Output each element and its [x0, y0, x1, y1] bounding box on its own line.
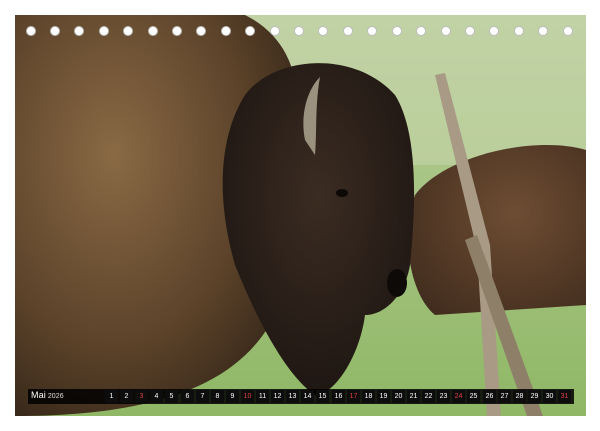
day-cell: 21	[407, 390, 420, 403]
binding-hole	[416, 26, 426, 36]
binding-hole	[392, 26, 402, 36]
binding-hole	[514, 26, 524, 36]
day-cell: 22	[422, 390, 435, 403]
binding-hole	[343, 26, 353, 36]
day-cell: 20	[392, 390, 405, 403]
day-cell: 2	[120, 390, 133, 403]
binding-hole	[74, 26, 84, 36]
binding-hole	[318, 26, 328, 36]
bison-photo	[15, 15, 586, 416]
binding-hole	[245, 26, 255, 36]
day-cell: 6	[181, 390, 194, 403]
day-cell: 18	[362, 390, 375, 403]
day-cell: 30	[543, 390, 556, 403]
month-name: Mai	[31, 390, 46, 400]
binding-hole	[50, 26, 60, 36]
day-cell: 31	[558, 390, 571, 403]
day-cell: 8	[211, 390, 224, 403]
binding-holes	[0, 0, 600, 40]
day-cell: 25	[467, 390, 480, 403]
binding-hole	[123, 26, 133, 36]
day-cell: 27	[498, 390, 511, 403]
day-cell: 19	[377, 390, 390, 403]
binding-hole	[489, 26, 499, 36]
day-cell: 11	[256, 390, 269, 403]
day-cell: 9	[226, 390, 239, 403]
day-cell: 26	[483, 390, 496, 403]
day-cell: 3	[135, 390, 148, 403]
day-cell: 15	[316, 390, 329, 403]
binding-hole	[563, 26, 573, 36]
day-cell: 29	[528, 390, 541, 403]
day-cell: 4	[150, 390, 163, 403]
day-cell: 16	[332, 390, 345, 403]
binding-hole	[99, 26, 109, 36]
month-label: Mai 2026	[31, 390, 64, 400]
binding-hole	[196, 26, 206, 36]
bison-head-icon	[15, 15, 586, 416]
day-cell: 5	[165, 390, 178, 403]
calendar-bar: Mai 2026 1 2 3 4 5 6 7 8 9 10 11 12 13 14 15 16 17 18 19 20 2…	[28, 389, 574, 404]
day-cell: 14	[301, 390, 314, 403]
binding-hole	[367, 26, 377, 36]
day-cell: 12	[271, 390, 284, 403]
binding-hole	[538, 26, 548, 36]
day-cell: 28	[513, 390, 526, 403]
day-cell: 1	[105, 390, 118, 403]
binding-hole	[465, 26, 475, 36]
binding-hole	[148, 26, 158, 36]
binding-hole	[221, 26, 231, 36]
day-cell: 10	[241, 390, 254, 403]
binding-hole	[26, 26, 36, 36]
binding-hole	[294, 26, 304, 36]
calendar-page: Mai 2026 1 2 3 4 5 6 7 8 9 10 11 12 13 14 15 16 17 18 19 20 2…	[0, 0, 600, 431]
binding-hole	[441, 26, 451, 36]
month-year: 2026	[47, 393, 64, 400]
day-cell: 23	[437, 390, 450, 403]
day-cell: 17	[347, 390, 360, 403]
day-cell: 7	[196, 390, 209, 403]
binding-hole	[270, 26, 280, 36]
day-cell: 13	[286, 390, 299, 403]
day-cell: 24	[452, 390, 465, 403]
binding-hole	[172, 26, 182, 36]
